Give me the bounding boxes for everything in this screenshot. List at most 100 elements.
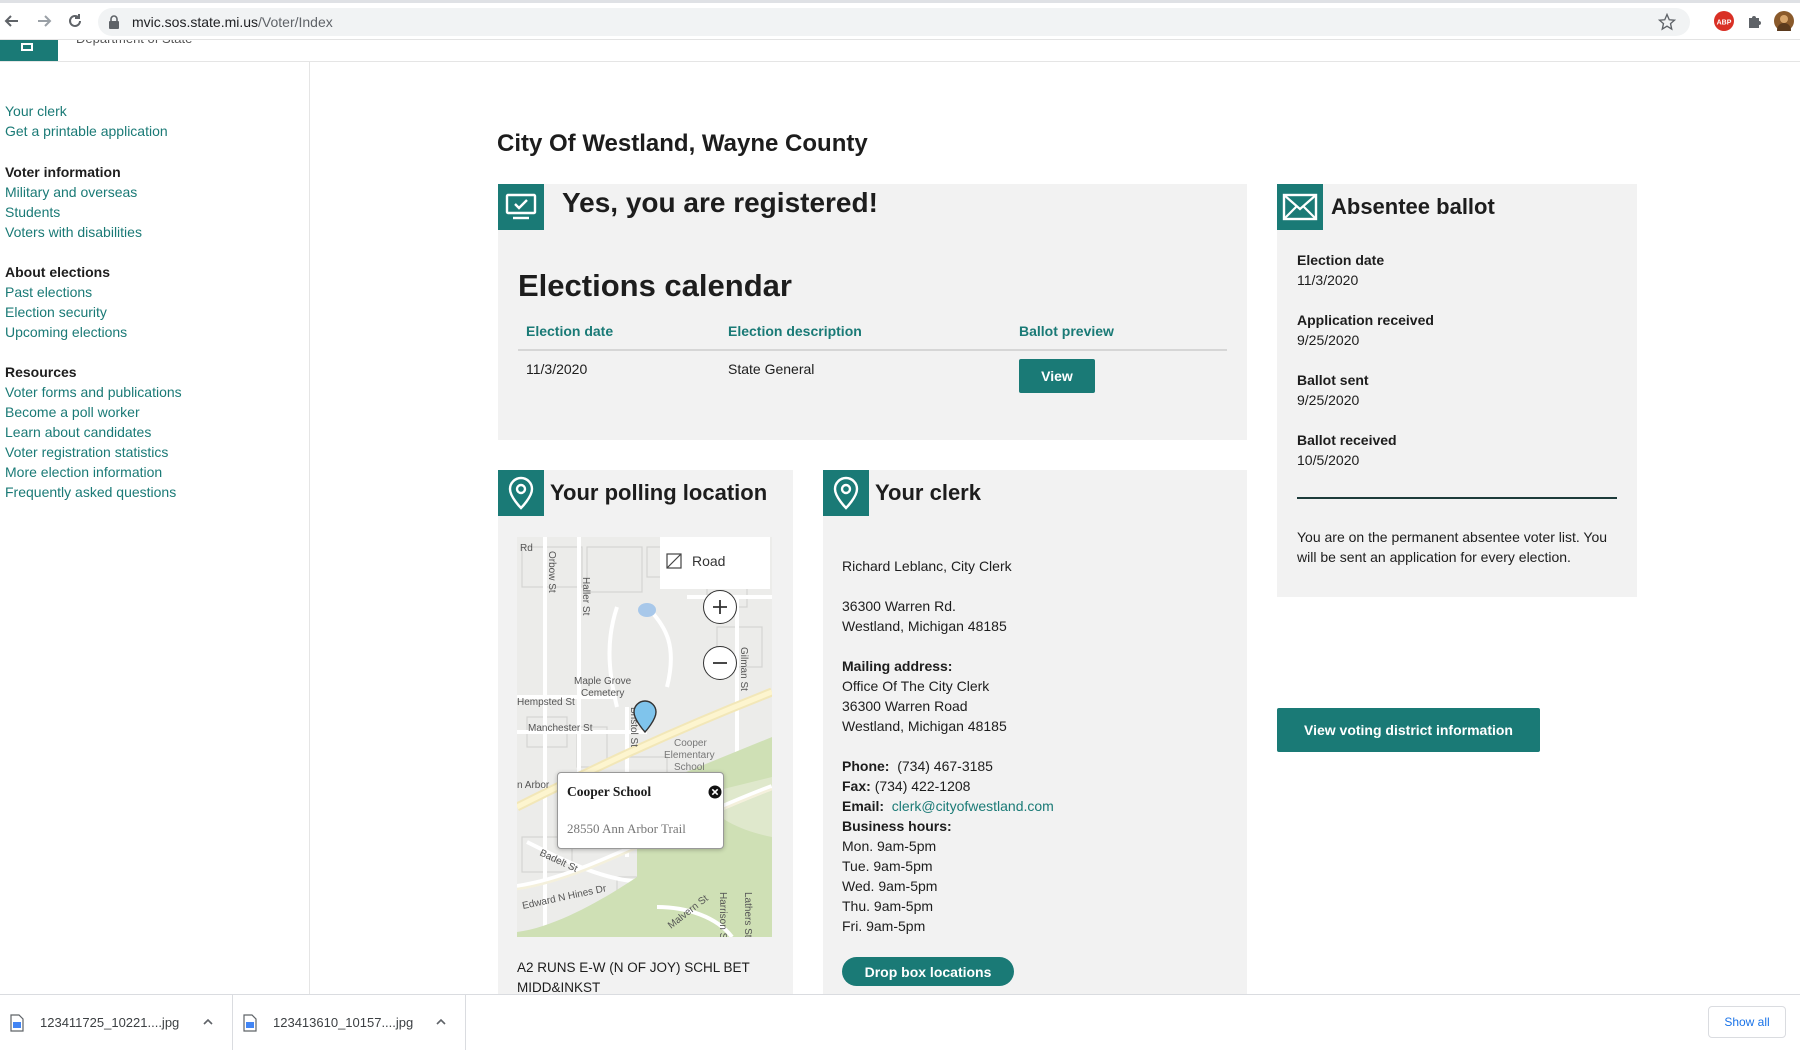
absentee-ballot-card: Absentee ballot Election date 11/3/2020 … <box>1277 184 1637 597</box>
polling-location-heading: Your polling location <box>550 480 768 505</box>
show-all-downloads-button[interactable]: Show all <box>1708 1006 1786 1038</box>
ballot-view-button[interactable]: View <box>1019 359 1095 393</box>
address-bar[interactable]: mvic.sos.state.mi.us/Voter/Index <box>98 8 1690 36</box>
view-district-info-button[interactable]: View voting district information <box>1277 708 1540 752</box>
polling-location-description: A2 RUNS E-W (N OF JOY) SCHL BET MIDD&INK… <box>517 960 750 995</box>
sidebar-group-resources: Resources Voter forms and publications B… <box>5 362 182 502</box>
sidebar-link-election-security[interactable]: Election security <box>5 302 127 322</box>
map-label-elementary: Elementary <box>664 750 715 761</box>
browser-toolbar: mvic.sos.state.mi.us/Voter/Index ABP <box>0 0 1800 40</box>
url-domain: mvic.sos.state.mi.us <box>132 14 259 30</box>
sidebar-heading: About elections <box>5 264 111 280</box>
forward-icon[interactable] <box>32 9 56 33</box>
sidebar-link-military-overseas[interactable]: Military and overseas <box>5 182 142 202</box>
map-label-harrison: Harrison St <box>717 892 728 937</box>
absentee-value: 9/25/2020 <box>1297 332 1360 348</box>
map-pin-icon <box>823 470 869 516</box>
table-header-divider <box>518 349 1227 351</box>
column-header-ballot-preview: Ballot preview <box>1019 323 1114 339</box>
download-item[interactable]: 123413610_10157....jpg <box>233 995 466 1050</box>
download-item[interactable]: 123411725_10221....jpg <box>0 995 233 1050</box>
phone-label: Phone: <box>842 758 890 774</box>
phone-row: Phone: (734) 467-3185 <box>842 756 1232 776</box>
map-label-lathers: Lathers St <box>742 892 753 937</box>
hours-wed: Wed. 9am-5pm <box>842 878 938 894</box>
clerk-heading: Your clerk <box>875 480 981 505</box>
download-filename: 123413610_10157....jpg <box>273 1015 414 1030</box>
registration-card: Yes, you are registered! Elections calen… <box>498 184 1247 440</box>
map-style-button[interactable]: Road <box>660 537 770 589</box>
zoom-out-icon[interactable] <box>703 646 737 680</box>
url-text: mvic.sos.state.mi.us/Voter/Index <box>132 14 333 30</box>
map-label-hines: Edward N Hines Dr <box>521 883 608 912</box>
back-icon[interactable] <box>0 9 24 33</box>
drop-box-locations-button[interactable]: Drop box locations <box>842 957 1014 986</box>
map-label-cooper: Cooper <box>674 738 707 749</box>
clerk-email-link[interactable]: clerk@cityofwestland.com <box>892 798 1054 814</box>
sidebar-heading: Voter information <box>5 164 121 180</box>
sidebar-link-voter-forms[interactable]: Voter forms and publications <box>5 382 182 402</box>
clerk-address-line2: Westland, Michigan 48185 <box>842 618 1007 634</box>
absentee-label: Election date <box>1297 252 1385 268</box>
absentee-divider <box>1297 497 1617 499</box>
elections-calendar-title: Elections calendar <box>518 268 792 303</box>
absentee-value: 10/5/2020 <box>1297 452 1360 468</box>
sidebar-link-printable-application[interactable]: Get a printable application <box>5 121 168 141</box>
sidebar-link-voters-disabilities[interactable]: Voters with disabilities <box>5 222 142 242</box>
map-label-hempsted: Hempsted St <box>517 697 575 708</box>
sidebar-group-about-elections: About elections Past elections Election … <box>5 262 127 342</box>
absentee-election-date: Election date 11/3/2020 <box>1297 250 1384 290</box>
map-label-gilman: Gilman St <box>738 647 749 691</box>
clerk-address-line1: 36300 Warren Rd. <box>842 598 956 614</box>
close-popup-icon[interactable] <box>708 785 722 799</box>
adblock-extension-icon[interactable]: ABP <box>1714 11 1734 31</box>
image-file-icon <box>10 1014 24 1037</box>
reload-icon[interactable] <box>63 9 87 33</box>
extensions-puzzle-icon[interactable] <box>1745 11 1765 31</box>
profile-avatar-icon[interactable] <box>1774 11 1794 37</box>
lock-icon[interactable] <box>108 15 120 34</box>
download-filename: 123411725_10221....jpg <box>40 1015 180 1030</box>
map-label-arbor: n Arbor <box>517 780 550 791</box>
sidebar-link-your-clerk[interactable]: Your clerk <box>5 101 168 121</box>
zoom-in-icon[interactable] <box>703 590 737 624</box>
map-style-label: Road <box>692 553 726 569</box>
mailing-line3: Westland, Michigan 48185 <box>842 718 1007 734</box>
sidebar-link-candidates[interactable]: Learn about candidates <box>5 422 182 442</box>
polling-map[interactable]: Rd Orbow St Haller St Maple Grove Cemete… <box>517 537 772 937</box>
sidebar-heading: Resources <box>5 364 77 380</box>
image-file-icon <box>243 1014 257 1037</box>
sidebar-link-registration-statistics[interactable]: Voter registration statistics <box>5 442 182 462</box>
fax-row: Fax: (734) 422-1208 <box>842 776 1232 796</box>
map-label-maple-grove: Maple Grove <box>574 676 632 687</box>
site-logo-block[interactable] <box>0 40 58 62</box>
sidebar-link-more-information[interactable]: More election information <box>5 462 182 482</box>
column-header-date: Election date <box>526 323 614 339</box>
absentee-heading: Absentee ballot <box>1331 194 1495 219</box>
map-label-badelt: Badelt St <box>538 848 580 875</box>
sidebar-link-faq[interactable]: Frequently asked questions <box>5 482 182 502</box>
absentee-value: 9/25/2020 <box>1297 392 1360 408</box>
location-pin-icon[interactable] <box>632 700 658 734</box>
clerk-details: Richard Leblanc, City Clerk 36300 Warren… <box>842 556 1232 936</box>
sidebar-link-past-elections[interactable]: Past elections <box>5 282 127 302</box>
envelope-icon <box>1277 184 1323 230</box>
polling-location-card: Your polling location Rd Orbow St Haller… <box>498 470 793 995</box>
business-hours-label: Business hours: <box>842 818 952 834</box>
absentee-value: 11/3/2020 <box>1297 272 1359 288</box>
chevron-up-icon[interactable] <box>202 1015 214 1033</box>
mailing-line1: Office Of The City Clerk <box>842 678 990 694</box>
registration-status-heading: Yes, you are registered! <box>562 187 878 218</box>
sidebar-link-poll-worker[interactable]: Become a poll worker <box>5 402 182 422</box>
absentee-ballot-sent: Ballot sent 9/25/2020 <box>1297 370 1369 410</box>
map-label-manchester: Manchester St <box>528 723 593 734</box>
chevron-up-icon[interactable] <box>435 1015 447 1033</box>
sidebar-nav: Your clerk Get a printable application V… <box>0 62 310 994</box>
bookmark-star-icon[interactable] <box>1657 12 1677 36</box>
sidebar-link-students[interactable]: Students <box>5 202 142 222</box>
map-label-malvern: Malvern St <box>666 893 711 931</box>
absentee-label: Ballot received <box>1297 432 1397 448</box>
sidebar-link-upcoming-elections[interactable]: Upcoming elections <box>5 322 127 342</box>
sidebar-group-voter-information: Voter information Military and overseas … <box>5 162 142 242</box>
phone-value: (734) 467-3185 <box>897 758 993 774</box>
